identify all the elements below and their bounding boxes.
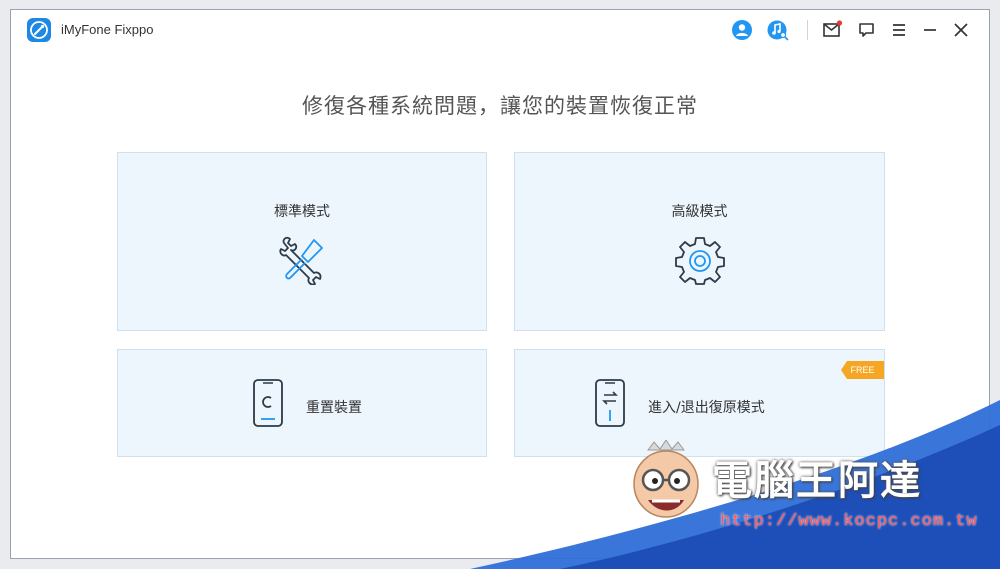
recovery-mode-label: 進入/退出復原模式 — [648, 400, 765, 416]
reset-device-card[interactable]: 重置裝置 — [117, 349, 487, 457]
watermark-url: http://www.kocpc.com.tw — [720, 512, 978, 531]
advanced-mode-label: 高級模式 — [671, 204, 728, 220]
standard-mode-card[interactable]: 標準模式 — [117, 152, 487, 331]
watermark-text: 電腦王阿達 — [712, 458, 922, 504]
phone-reset-icon — [253, 379, 283, 427]
minimize-icon[interactable] — [919, 19, 941, 41]
title-bar: iMyFone Fixppo — [11, 10, 989, 50]
music-search-icon[interactable] — [767, 19, 789, 41]
mail-icon[interactable] — [821, 19, 843, 41]
user-icon[interactable] — [731, 19, 753, 41]
app-logo-icon — [27, 18, 51, 42]
gear-icon — [675, 237, 725, 285]
app-title: iMyFone Fixppo — [61, 22, 154, 37]
phone-recovery-icon — [595, 379, 625, 427]
page-heading: 修復各種系統問題，讓您的裝置恢復正常 — [302, 94, 698, 118]
tools-icon — [279, 236, 323, 285]
close-icon[interactable] — [950, 19, 972, 41]
free-badge: FREE — [841, 361, 884, 379]
watermark-mascot-icon — [633, 440, 699, 518]
toolbar-separator — [807, 20, 808, 40]
feedback-icon[interactable] — [856, 19, 878, 41]
reset-device-label: 重置裝置 — [306, 400, 362, 416]
standard-mode-label: 標準模式 — [274, 204, 330, 220]
menu-icon[interactable] — [888, 19, 910, 41]
advanced-mode-card[interactable]: 高級模式 — [514, 152, 885, 331]
